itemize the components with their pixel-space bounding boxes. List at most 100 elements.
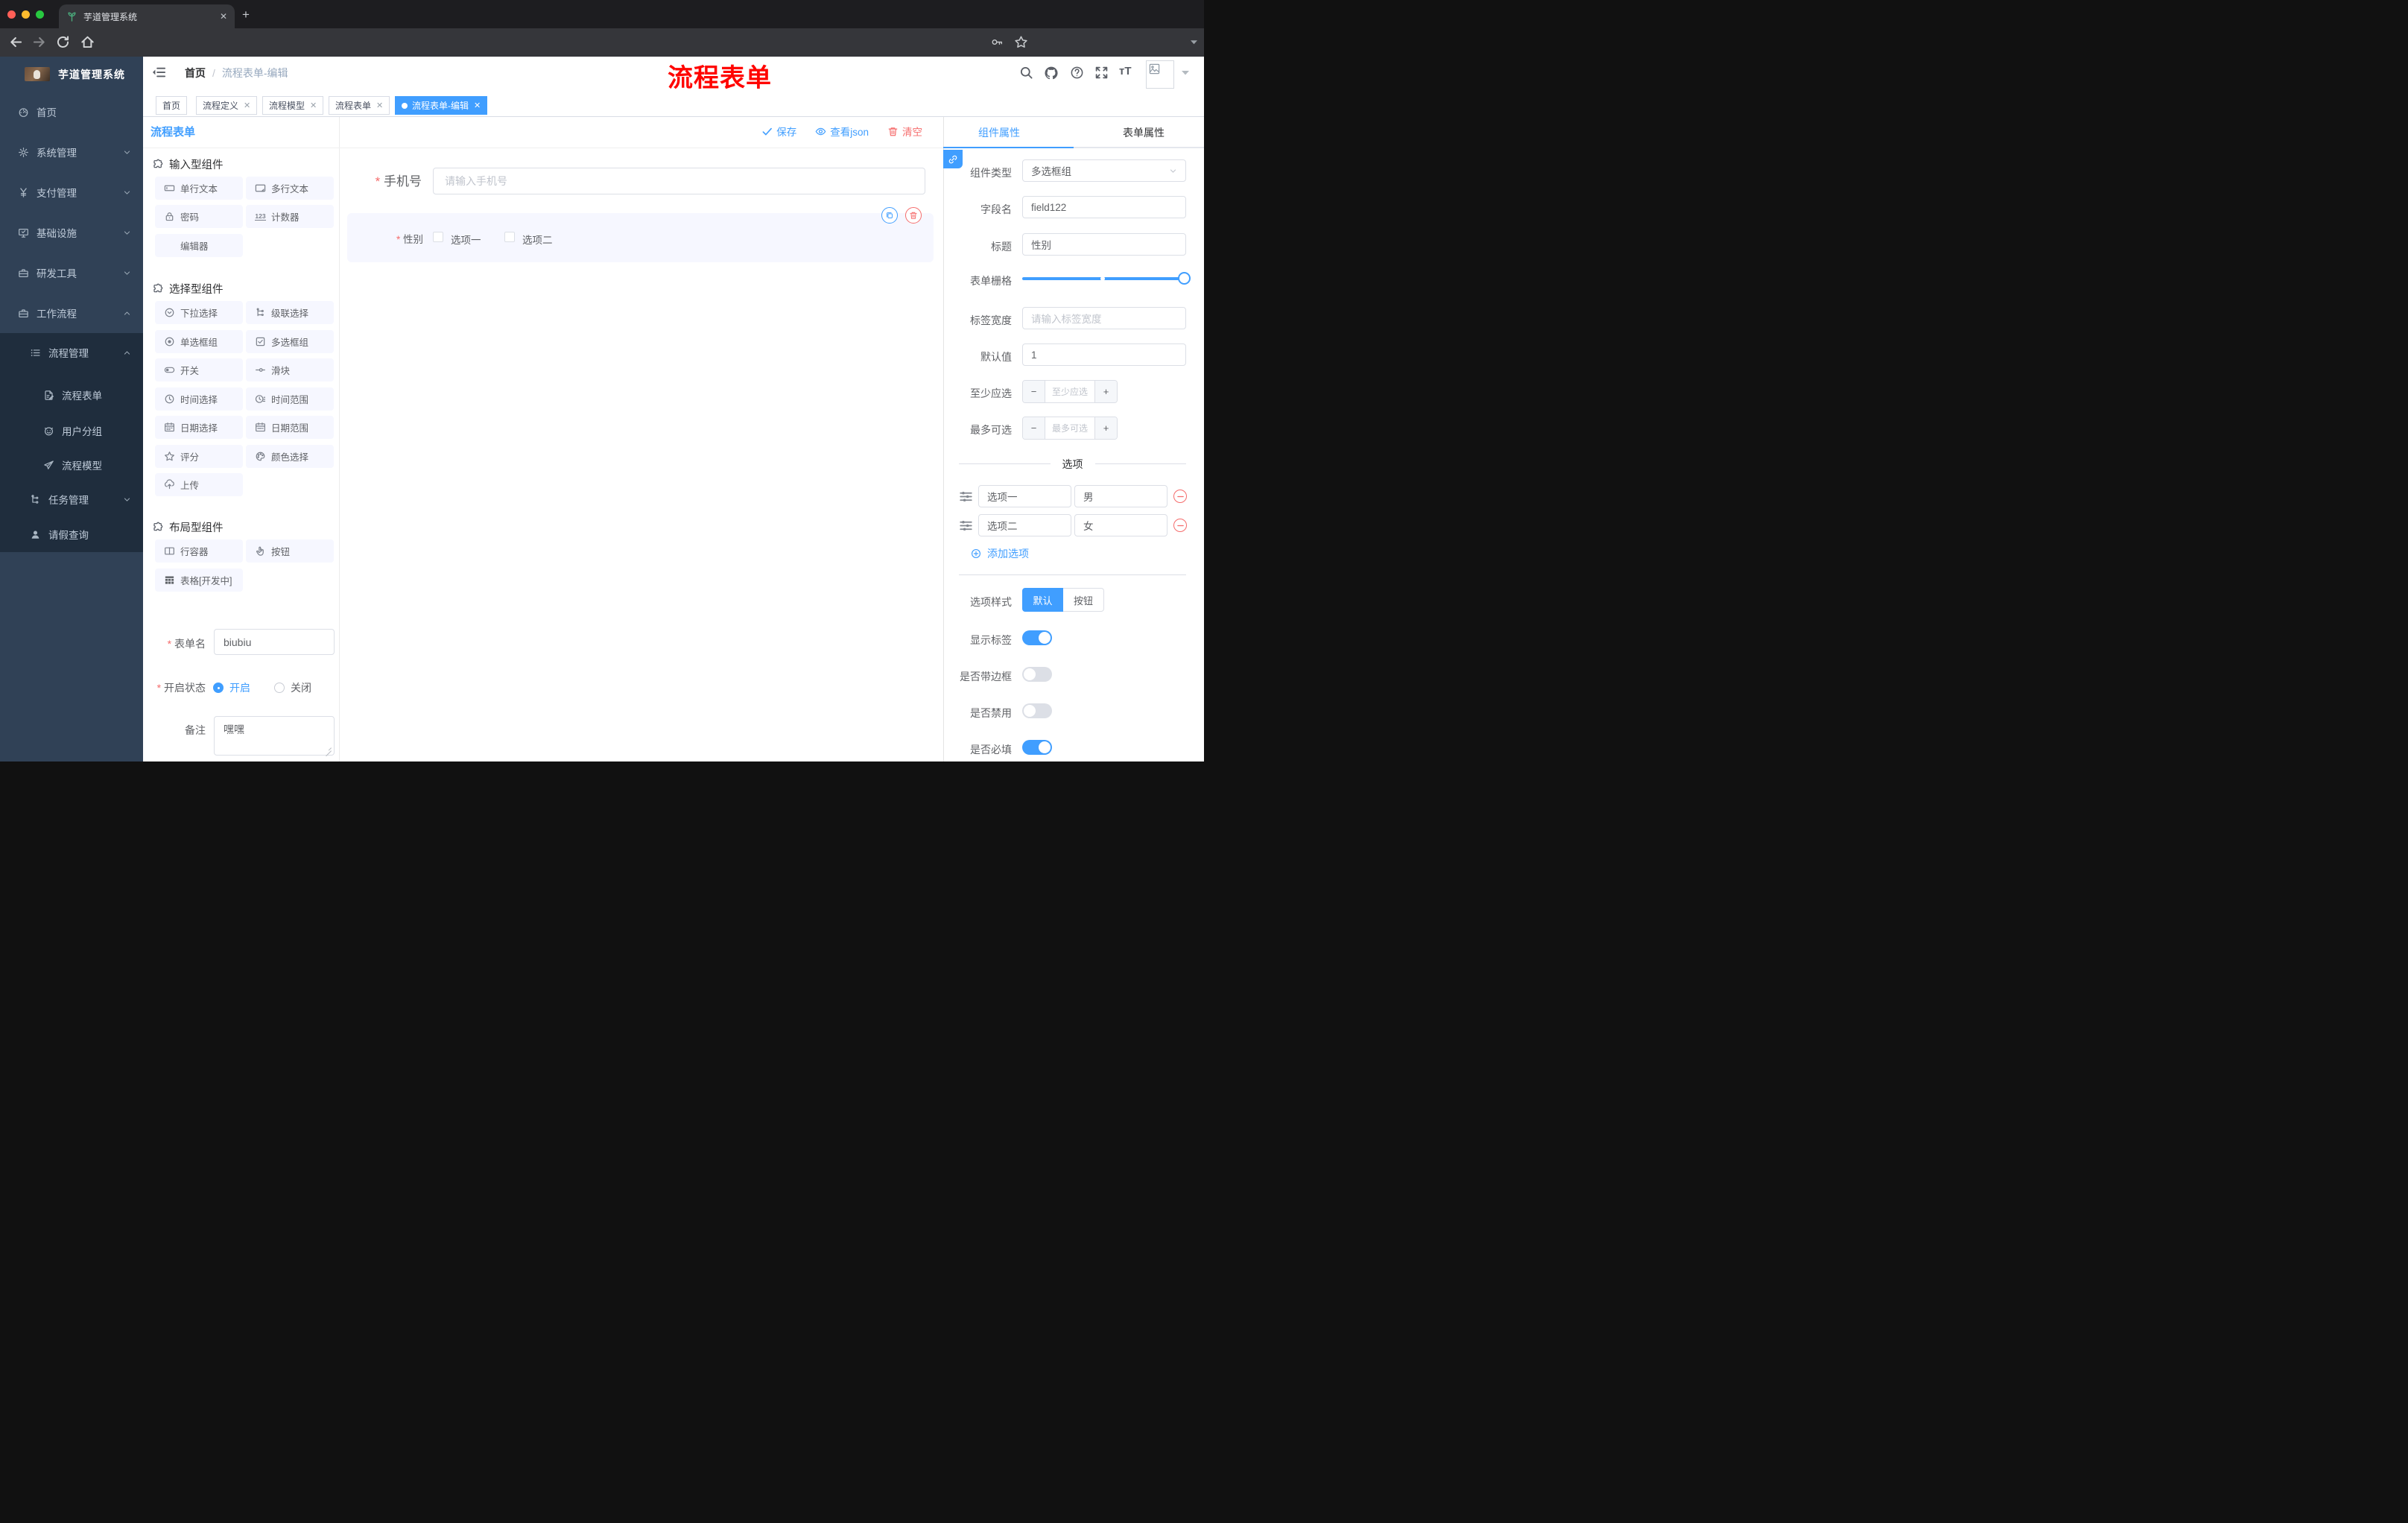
stepper-input[interactable]: 最多可选 bbox=[1045, 417, 1094, 439]
style-button-button[interactable]: 按钮 bbox=[1063, 588, 1104, 612]
window-close-button[interactable] bbox=[7, 10, 16, 19]
browser-tab[interactable]: 芋道管理系统 ✕ bbox=[59, 4, 235, 28]
resize-grip-icon[interactable] bbox=[325, 746, 332, 753]
style-default-button[interactable]: 默认 bbox=[1022, 588, 1063, 612]
home-icon[interactable] bbox=[80, 34, 95, 50]
component-switch[interactable]: 开关 bbox=[155, 358, 243, 381]
sidebar-item-infra[interactable]: 基础设施 bbox=[0, 212, 143, 253]
min-select-stepper[interactable]: − 至少应选 + bbox=[1022, 380, 1118, 403]
font-size-icon[interactable]: ᴛT bbox=[1119, 65, 1132, 77]
label-width-input[interactable]: 请输入标签宽度 bbox=[1022, 307, 1186, 329]
component-date-range[interactable]: 日期范围 bbox=[246, 416, 334, 439]
drag-handle-icon[interactable] bbox=[959, 519, 973, 533]
component-select[interactable]: 下拉选择 bbox=[155, 301, 243, 324]
border-switch[interactable] bbox=[1022, 667, 1052, 682]
component-row-container[interactable]: 行容器 bbox=[155, 539, 243, 563]
tab-component-props[interactable]: 组件属性 bbox=[978, 125, 1020, 140]
component-slider[interactable]: 滑块 bbox=[246, 358, 334, 381]
component-rate[interactable]: 评分 bbox=[155, 445, 243, 468]
component-editor[interactable]: 编辑器 bbox=[155, 234, 243, 257]
max-select-stepper[interactable]: − 最多可选 + bbox=[1022, 417, 1118, 440]
slider-handle[interactable] bbox=[1178, 272, 1191, 285]
avatar-caret-icon[interactable] bbox=[1182, 70, 1189, 76]
delete-field-button[interactable] bbox=[905, 207, 922, 224]
stepper-plus-button[interactable]: + bbox=[1094, 381, 1117, 402]
search-icon[interactable] bbox=[1019, 66, 1033, 80]
title-input[interactable]: 性别 bbox=[1022, 233, 1186, 256]
component-counter[interactable]: 123 计数器 bbox=[246, 205, 334, 228]
window-zoom-button[interactable] bbox=[36, 10, 44, 19]
form-name-input[interactable]: biubiu bbox=[214, 629, 335, 655]
component-checkbox-group[interactable]: 多选框组 bbox=[246, 330, 334, 353]
option-label-input[interactable]: 选项二 bbox=[978, 514, 1071, 536]
show-label-switch[interactable] bbox=[1022, 630, 1052, 645]
option-value-input[interactable]: 男 bbox=[1074, 485, 1167, 507]
stepper-plus-button[interactable]: + bbox=[1094, 417, 1117, 439]
option-label-input[interactable]: 选项一 bbox=[978, 485, 1071, 507]
remove-option-button[interactable] bbox=[1173, 519, 1187, 532]
sidebar-item-payment[interactable]: 支付管理 bbox=[0, 172, 143, 212]
new-tab-button[interactable]: + bbox=[242, 7, 250, 22]
sidebar-logo[interactable]: 芋道管理系统 bbox=[0, 57, 143, 92]
stepper-input[interactable]: 至少应选 bbox=[1045, 381, 1094, 402]
reload-icon[interactable] bbox=[55, 34, 71, 50]
sidebar-item-task-mgmt[interactable]: 任务管理 bbox=[0, 482, 143, 516]
disabled-switch[interactable] bbox=[1022, 703, 1052, 718]
copy-field-button[interactable] bbox=[881, 207, 898, 224]
component-single-text[interactable]: 单行文本 bbox=[155, 177, 243, 200]
sidebar-item-process-model[interactable]: 流程模型 bbox=[0, 448, 143, 482]
sidebar-item-process-mgmt[interactable]: 流程管理 bbox=[0, 335, 143, 370]
breadcrumb-home[interactable]: 首页 bbox=[185, 66, 206, 80]
component-textarea[interactable]: 多行文本 bbox=[246, 177, 334, 200]
form-remark-textarea[interactable]: 嘿嘿 bbox=[214, 716, 335, 756]
tab-close-icon[interactable]: ✕ bbox=[220, 11, 227, 22]
phone-field-input[interactable]: 请输入手机号 bbox=[433, 168, 925, 194]
tag-close-icon[interactable]: ✕ bbox=[310, 101, 317, 110]
tag-home[interactable]: 首页 bbox=[156, 96, 188, 115]
sidebar-item-leave-query[interactable]: 请假查询 bbox=[0, 517, 143, 551]
component-time-range[interactable]: 时间范围 bbox=[246, 387, 334, 411]
add-option-button[interactable]: 添加选项 bbox=[971, 546, 1029, 561]
drag-handle-icon[interactable] bbox=[959, 490, 973, 504]
stepper-minus-button[interactable]: − bbox=[1023, 381, 1045, 402]
view-json-button[interactable]: 查看json bbox=[815, 124, 869, 139]
toolbar-caret-icon[interactable] bbox=[1191, 39, 1197, 45]
field-name-input[interactable]: field122 bbox=[1022, 196, 1186, 218]
component-color-picker[interactable]: 颜色选择 bbox=[246, 445, 334, 468]
tab-form-props[interactable]: 表单属性 bbox=[1123, 125, 1165, 140]
hamburger-icon[interactable] bbox=[151, 65, 166, 80]
component-cascader[interactable]: 级联选择 bbox=[246, 301, 334, 324]
forward-icon[interactable] bbox=[31, 34, 47, 50]
tag-process-definition[interactable]: 流程定义 ✕ bbox=[196, 96, 258, 115]
option-value-input[interactable]: 女 bbox=[1074, 514, 1167, 536]
component-upload[interactable]: 上传 bbox=[155, 473, 243, 496]
component-date-picker[interactable]: 日期选择 bbox=[155, 416, 243, 439]
sidebar-item-devtools[interactable]: 研发工具 bbox=[0, 253, 143, 293]
status-radio-on[interactable]: 开启 bbox=[213, 680, 250, 695]
avatar[interactable] bbox=[1146, 60, 1174, 89]
bookmark-star-icon[interactable] bbox=[1014, 35, 1028, 49]
help-icon[interactable] bbox=[1070, 66, 1084, 80]
component-password[interactable]: 密码 bbox=[155, 205, 243, 228]
sidebar-item-system[interactable]: 系统管理 bbox=[0, 132, 143, 172]
component-table[interactable]: 表格[开发中] bbox=[155, 569, 243, 592]
default-value-input[interactable]: 1 bbox=[1022, 343, 1186, 366]
sidebar-item-user-group[interactable]: 用户分组 bbox=[0, 414, 143, 448]
required-switch[interactable] bbox=[1022, 740, 1052, 755]
fullscreen-icon[interactable] bbox=[1094, 66, 1109, 80]
github-icon[interactable] bbox=[1044, 66, 1059, 80]
tag-close-icon[interactable]: ✕ bbox=[244, 101, 250, 110]
remove-option-button[interactable] bbox=[1173, 490, 1187, 503]
status-radio-off[interactable]: 关闭 bbox=[274, 680, 311, 695]
tag-close-icon[interactable]: ✕ bbox=[376, 101, 383, 110]
back-icon[interactable] bbox=[8, 34, 24, 50]
checkbox-option-2[interactable] bbox=[504, 232, 515, 242]
clear-button[interactable]: 清空 bbox=[887, 124, 922, 139]
component-type-select[interactable]: 多选框组 bbox=[1022, 159, 1186, 182]
tag-close-icon[interactable]: ✕ bbox=[474, 101, 481, 110]
window-minimize-button[interactable] bbox=[22, 10, 30, 19]
tag-process-model[interactable]: 流程模型 ✕ bbox=[262, 96, 324, 115]
save-button[interactable]: 保存 bbox=[761, 124, 796, 139]
sidebar-item-process-form[interactable]: 流程表单 bbox=[0, 378, 143, 412]
tag-process-form[interactable]: 流程表单 ✕ bbox=[329, 96, 390, 115]
